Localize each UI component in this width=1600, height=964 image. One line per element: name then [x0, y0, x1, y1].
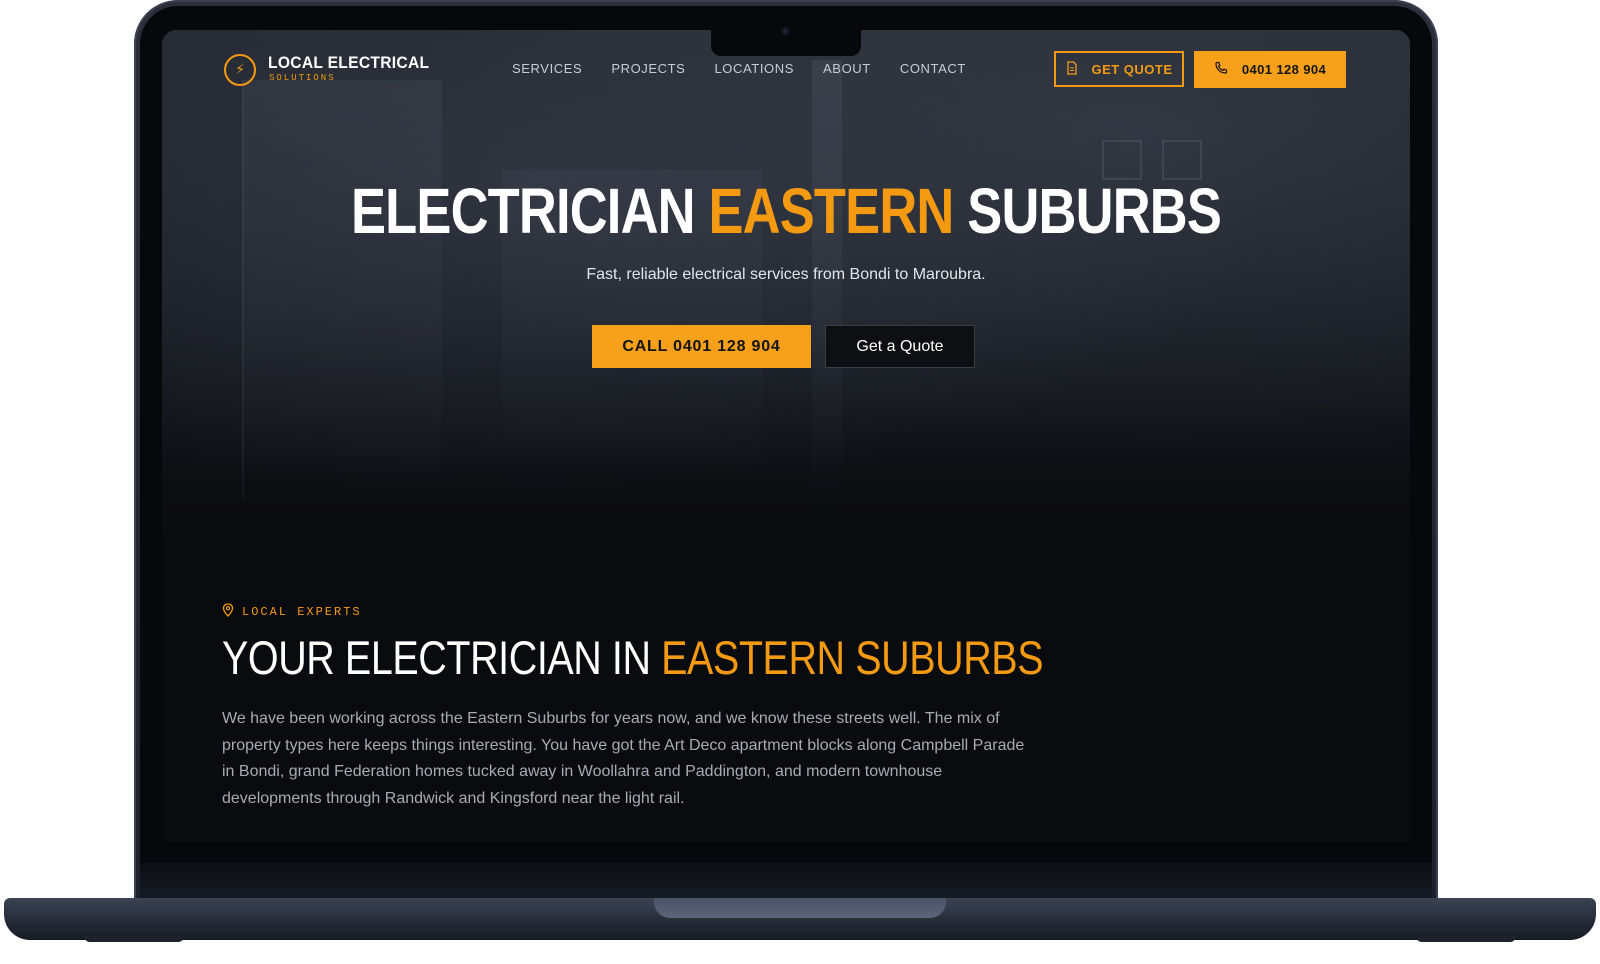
location-pin-icon [222, 603, 234, 621]
hero-title-part1: ELECTRICIAN [350, 175, 696, 247]
nav-link-about[interactable]: ABOUT [823, 61, 871, 76]
logo-tagline: SOLUTIONS [269, 73, 336, 83]
section-eyebrow: LOCAL EXPERTS [222, 603, 362, 621]
get-quote-label: GET QUOTE [1091, 61, 1173, 77]
section-body: We have been working across the Eastern … [222, 710, 1025, 807]
phone-button[interactable]: 0401 128 904 [1194, 51, 1346, 88]
document-icon [1065, 60, 1079, 78]
phone-icon [1214, 61, 1228, 78]
call-button[interactable]: CALL 0401 128 904 [592, 325, 811, 368]
hero-title-accent: EASTERN [708, 175, 954, 247]
eyebrow-label: LOCAL EXPERTS [242, 605, 362, 619]
laptop-mockup: ⚡ LOCAL ELECTRICAL SOLUTIONS SERVICES PR… [0, 0, 1600, 964]
laptop-chin [140, 862, 1432, 902]
camera-icon [781, 27, 790, 36]
hero-title-part2: SUBURBS [967, 175, 1222, 247]
section-title-plain: YOUR ELECTRICIAN IN [222, 631, 651, 684]
section-title-accent: EASTERN SUBURBS [661, 631, 1044, 684]
nav-link-services[interactable]: SERVICES [512, 61, 582, 76]
browser-screen: ⚡ LOCAL ELECTRICAL SOLUTIONS SERVICES PR… [162, 30, 1410, 842]
get-quote-button[interactable]: GET QUOTE [1054, 51, 1184, 87]
laptop-hinge-notch [654, 898, 946, 918]
hero-title: ELECTRICIAN EASTERN SUBURBS [274, 172, 1297, 250]
section-title: YOUR ELECTRICIAN IN EASTERN SUBURBS [222, 630, 1044, 686]
logo-title[interactable]: LOCAL ELECTRICAL [268, 54, 429, 72]
hero-subtitle: Fast, reliable electrical services from … [586, 266, 986, 283]
nav-link-locations[interactable]: LOCATIONS [714, 61, 794, 76]
bolt-icon[interactable]: ⚡ [224, 54, 256, 86]
phone-label: 0401 128 904 [1241, 62, 1327, 77]
main-nav: SERVICES PROJECTS LOCATIONS ABOUT CONTAC… [512, 61, 966, 76]
hero-quote-button[interactable]: Get a Quote [825, 325, 975, 368]
nav-link-contact[interactable]: CONTACT [900, 61, 966, 76]
nav-link-projects[interactable]: PROJECTS [611, 61, 685, 76]
